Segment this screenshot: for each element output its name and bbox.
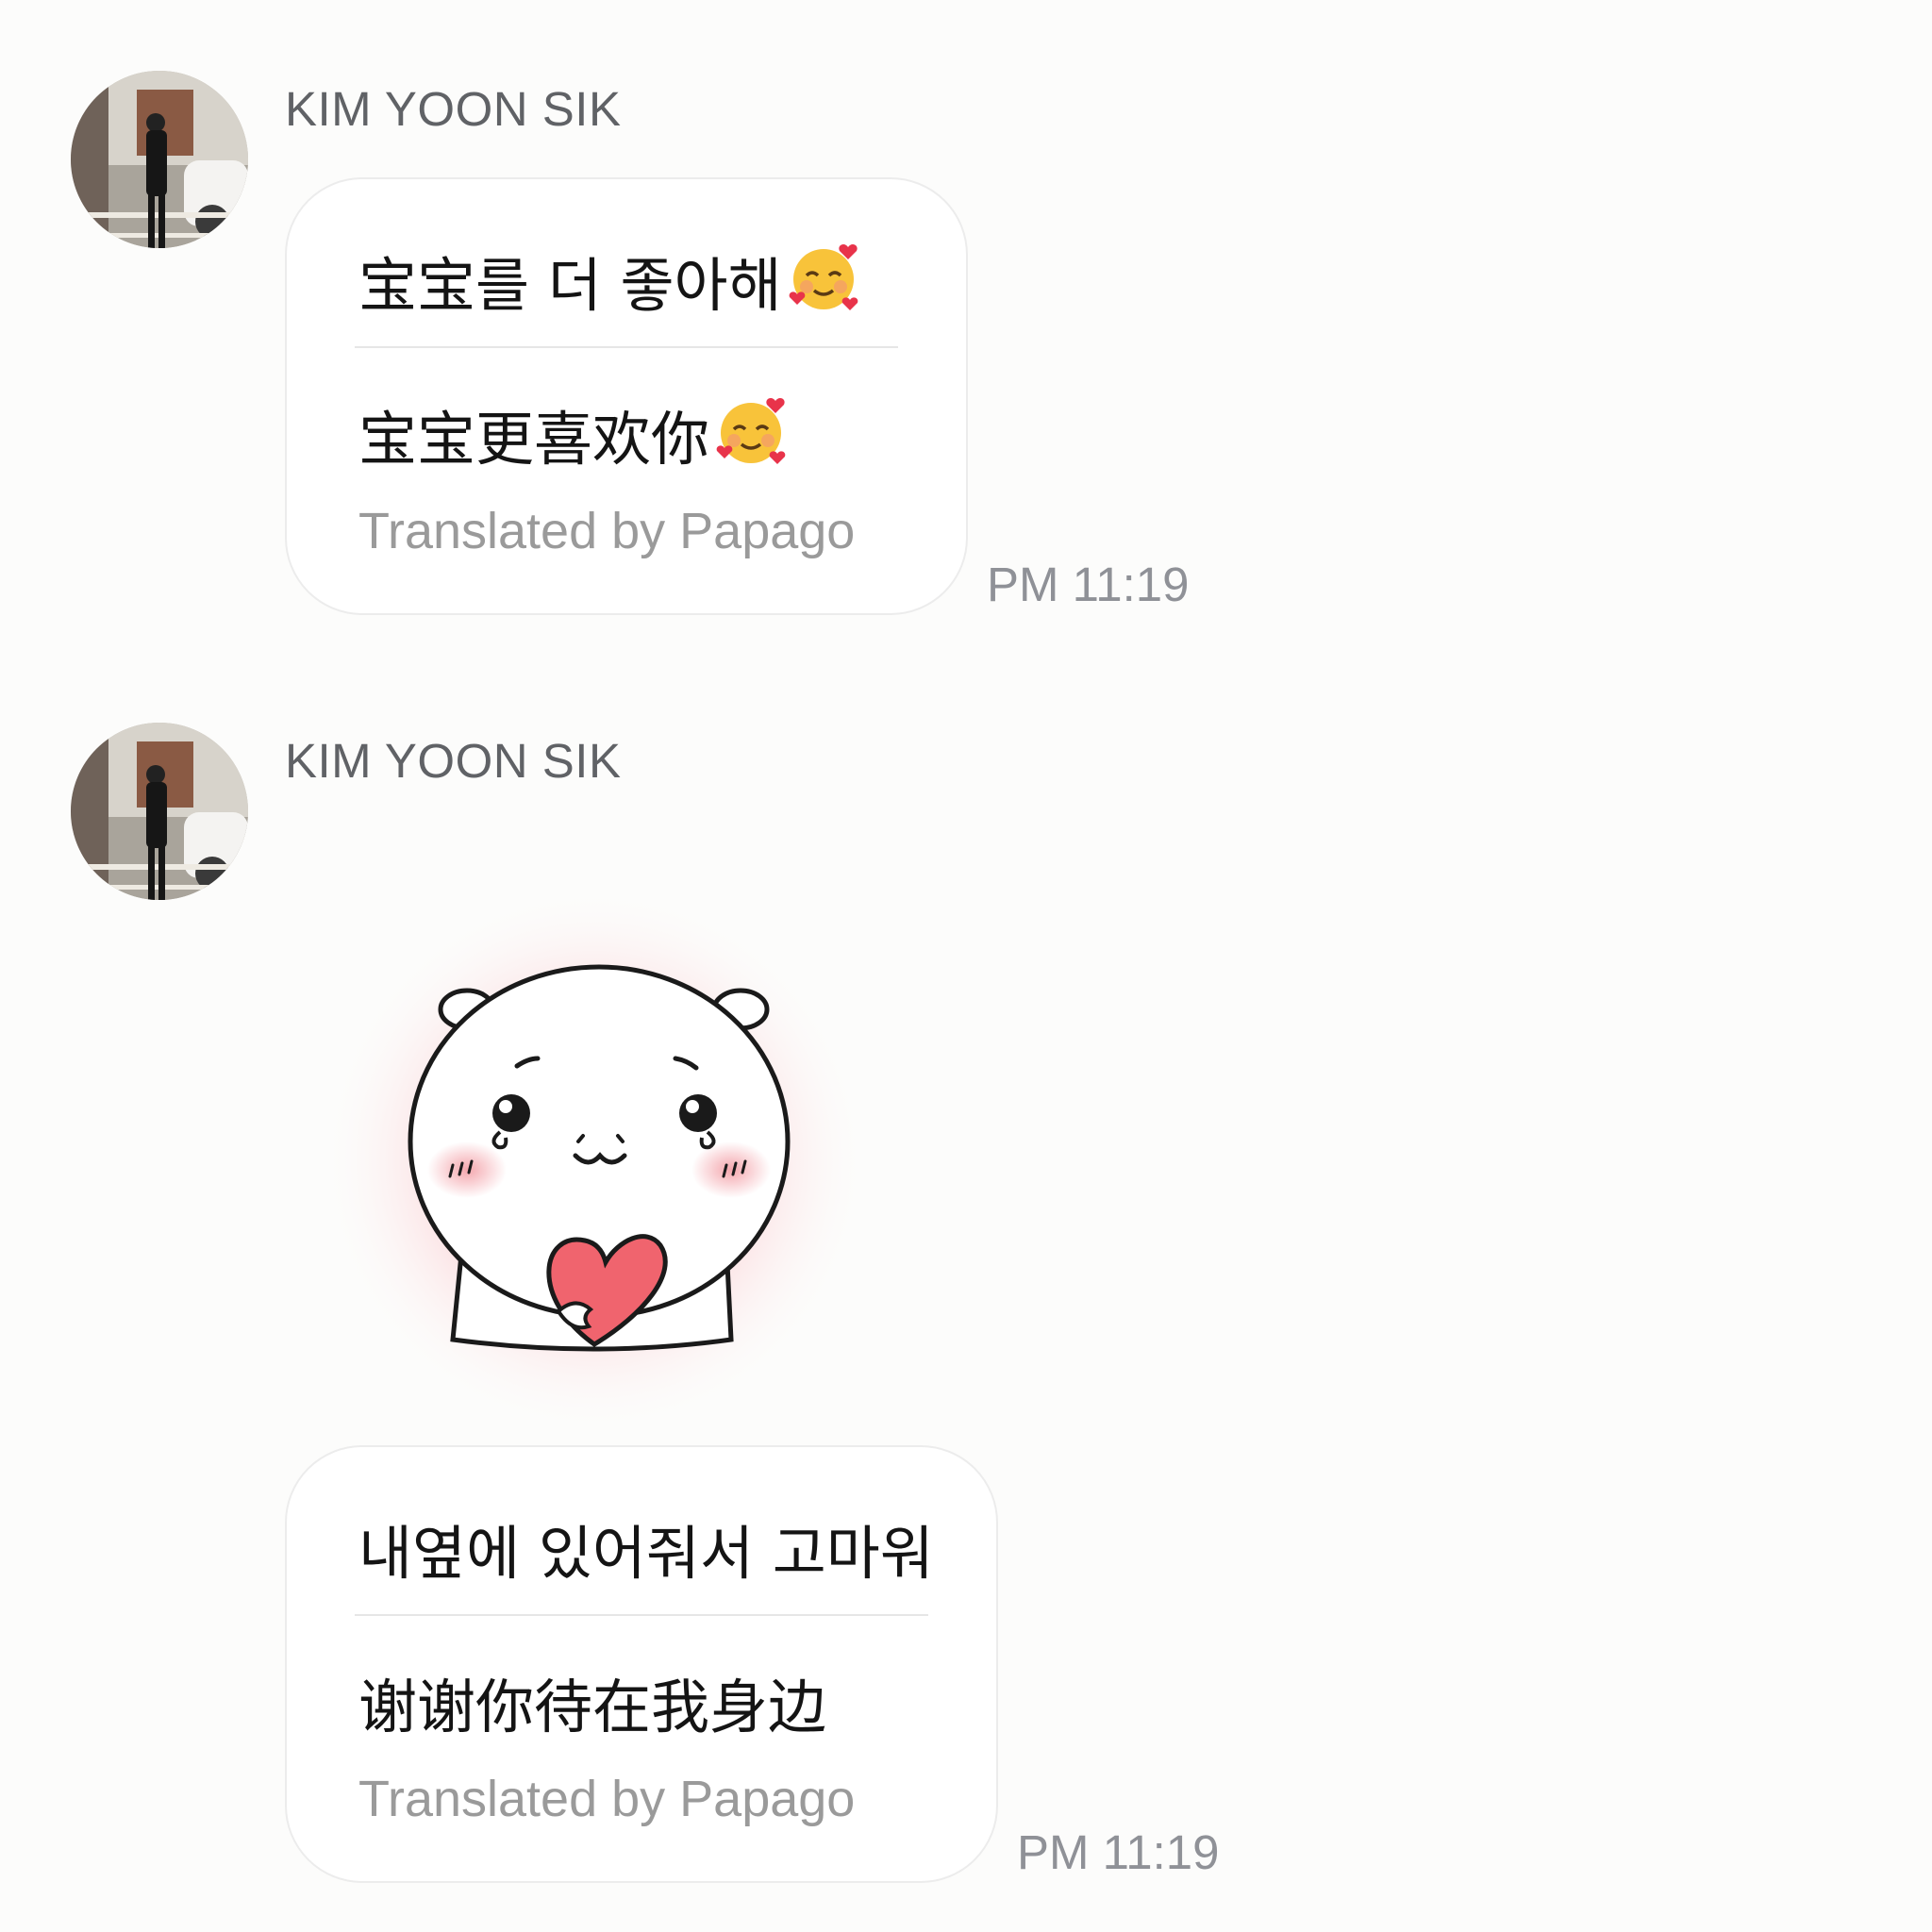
sender-name: KIM YOON SIK — [285, 82, 622, 136]
smiling-face-with-hearts-icon — [715, 393, 791, 483]
message-original-text: 내옆에 있어줘서 고마워 — [358, 1519, 934, 1588]
message-timestamp: PM 11:19 — [1017, 1825, 1220, 1879]
sender-avatar[interactable] — [71, 71, 248, 248]
message-bubble[interactable]: 내옆에 있어줘서 고마워 谢谢你待在我身边 Translated by Papa… — [285, 1445, 998, 1883]
message-timestamp: PM 11:19 — [987, 558, 1190, 611]
hamster-holding-heart-sticker[interactable] — [311, 868, 877, 1434]
sender-avatar[interactable] — [71, 723, 248, 900]
message-bubble[interactable]: 宝宝를 더 좋아해 宝宝更喜欢你 Translated by Papago — [285, 177, 968, 615]
sender-name: KIM YOON SIK — [285, 734, 622, 788]
translation-credit: Translated by Papago — [358, 1771, 856, 1827]
translation-credit: Translated by Papago — [358, 503, 856, 559]
smiling-face-with-hearts-icon — [788, 240, 863, 329]
message-translated-text: 谢谢你待在我身边 — [358, 1673, 827, 1741]
translation-divider — [355, 1614, 928, 1616]
message-original-text: 宝宝를 더 좋아해 — [358, 238, 863, 329]
message-translated-text: 宝宝更喜欢你 — [358, 391, 791, 483]
translation-divider — [355, 346, 898, 348]
chat-screen: KIM YOON SIK 宝宝를 더 좋아해 宝宝更喜欢你 Translated… — [0, 0, 1932, 1932]
